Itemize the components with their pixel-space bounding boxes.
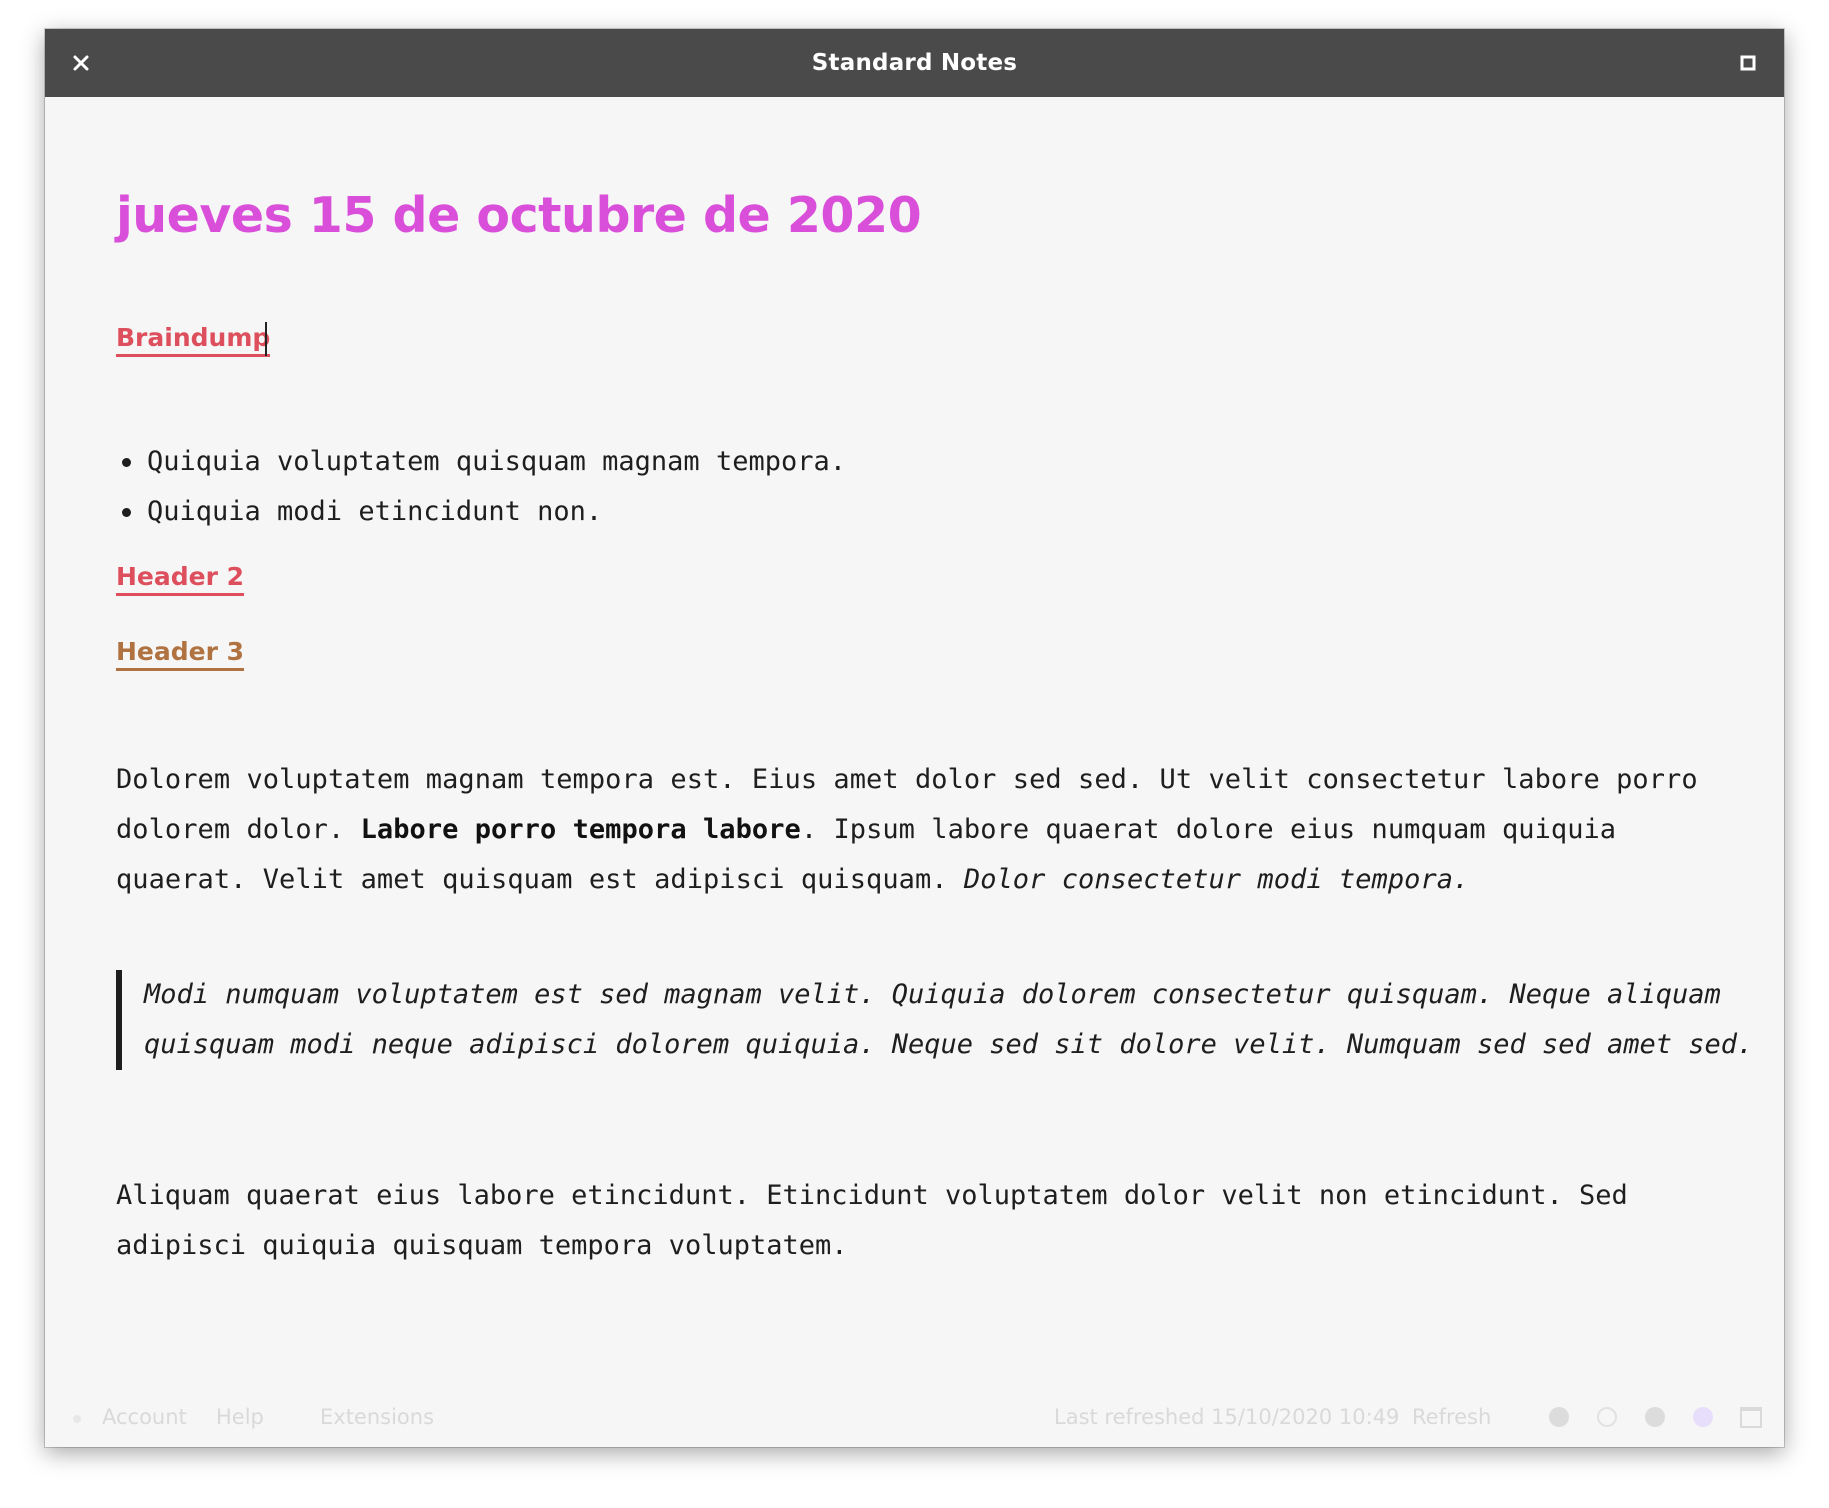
theme-dot-gray-2[interactable] <box>1645 1407 1665 1427</box>
list-item-text: Quiquia modi etincidunt non. <box>147 496 603 527</box>
account-button[interactable]: Account <box>102 1405 187 1429</box>
bullet-list: Quiquia voluptatem quisquam magnam tempo… <box>116 437 846 537</box>
list-item-text: Quiquia voluptatem quisquam magnam tempo… <box>147 446 846 477</box>
theme-dot-outline[interactable] <box>1597 1407 1617 1427</box>
italic-text: Dolor consectetur modi tempora. <box>963 864 1470 895</box>
app-window: Standard Notes jueves 15 de octubre de 2… <box>45 29 1784 1447</box>
bold-text: Labore porro tempora labore <box>360 814 801 845</box>
text-cursor <box>265 322 267 356</box>
last-refreshed-label: Last refreshed 15/10/2020 10:49 <box>1054 1405 1400 1429</box>
note-title[interactable]: jueves 15 de octubre de 2020 <box>116 187 922 244</box>
blockquote[interactable]: Modi numquam voluptatem est sed magnam v… <box>116 970 1764 1070</box>
heading-braindump[interactable]: Braindump <box>116 323 271 357</box>
sync-status-icon <box>73 1415 81 1423</box>
heading-2[interactable]: Header 2 <box>116 562 245 596</box>
list-item[interactable]: Quiquia voluptatem quisquam magnam tempo… <box>116 437 846 487</box>
help-button[interactable]: Help <box>216 1405 264 1429</box>
maximize-icon <box>1740 55 1756 71</box>
footer-bar: Account Help Extensions Last refreshed 1… <box>45 1387 1784 1447</box>
bullet-icon <box>122 508 131 517</box>
window-toggle-icon[interactable] <box>1740 1407 1762 1428</box>
paragraph[interactable]: Dolorem voluptatem magnam tempora est. E… <box>116 755 1736 905</box>
list-item[interactable]: Quiquia modi etincidunt non. <box>116 487 846 537</box>
extensions-button[interactable]: Extensions <box>320 1405 434 1429</box>
theme-dot-gray[interactable] <box>1549 1407 1569 1427</box>
refresh-button[interactable]: Refresh <box>1412 1405 1491 1429</box>
paragraph[interactable]: Aliquam quaerat eius labore etincidunt. … <box>116 1171 1736 1271</box>
bullet-icon <box>122 458 131 467</box>
window-title: Standard Notes <box>811 50 1018 76</box>
heading-3[interactable]: Header 3 <box>116 637 245 671</box>
theme-dot-lavender[interactable] <box>1693 1407 1713 1427</box>
maximize-button[interactable] <box>1734 49 1762 77</box>
title-bar: Standard Notes <box>45 29 1784 97</box>
